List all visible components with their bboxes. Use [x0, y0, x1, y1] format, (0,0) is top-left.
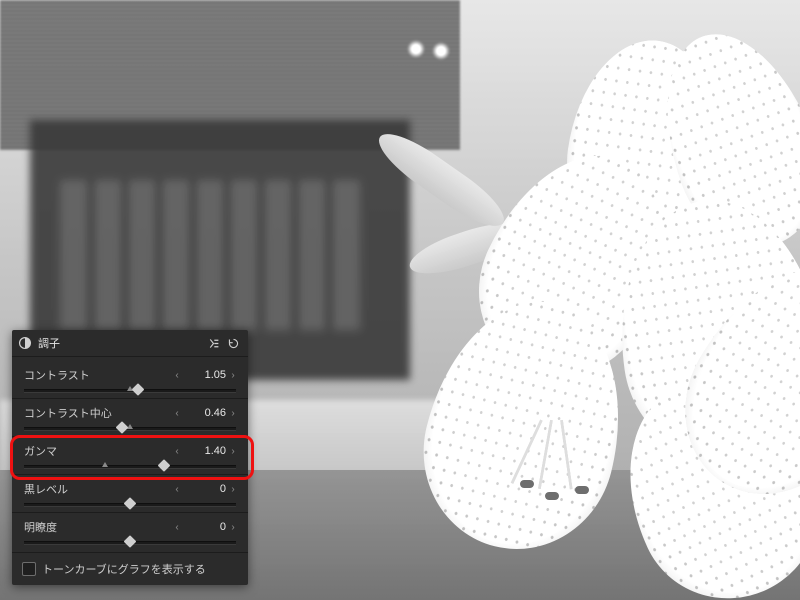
panel-header: 調子: [12, 330, 248, 357]
slider-row-contrast: コントラスト ‹1.05›: [12, 361, 248, 398]
tone-panel: 調子 コントラスト‹1.05›コントラスト中心‹0.46›ガンマ‹1.40›黒レ…: [12, 330, 248, 585]
increase-contrast[interactable]: ›: [228, 368, 238, 382]
slider-thumb-black-level[interactable]: [124, 497, 137, 510]
slider-label-black-level: 黒レベル: [24, 481, 68, 497]
value-stepper-contrast-center[interactable]: ‹0.46›: [172, 406, 238, 420]
value-stepper-gamma[interactable]: ‹1.40›: [172, 444, 238, 458]
slider-thumb-contrast-center[interactable]: [115, 421, 128, 434]
reset-icon: [227, 337, 240, 350]
panel-title: 調子: [38, 335, 202, 351]
slider-row-clarity: 明瞭度 ‹0›: [12, 513, 248, 550]
slider-thumb-clarity[interactable]: [124, 535, 137, 548]
value-stepper-black-level[interactable]: ‹0›: [172, 482, 238, 496]
slider-label-contrast: コントラスト: [24, 367, 90, 383]
slider-track-contrast[interactable]: [24, 388, 236, 392]
increase-gamma[interactable]: ›: [228, 444, 238, 458]
menu-icon: [207, 337, 220, 350]
increase-contrast-center[interactable]: ›: [228, 406, 238, 420]
panel-reset-button[interactable]: [224, 334, 242, 352]
decrease-clarity[interactable]: ‹: [172, 520, 182, 534]
slider-track-contrast-center[interactable]: [24, 426, 236, 430]
increase-black-level[interactable]: ›: [228, 482, 238, 496]
slider-track-gamma[interactable]: [24, 464, 236, 468]
slider-row-gamma: ガンマ ‹1.40›: [12, 437, 248, 474]
slider-thumb-contrast[interactable]: [132, 383, 145, 396]
slider-thumb-gamma[interactable]: [158, 459, 171, 472]
value-black-level[interactable]: 0: [182, 483, 228, 495]
value-contrast-center[interactable]: 0.46: [182, 407, 228, 419]
decrease-contrast-center[interactable]: ‹: [172, 406, 182, 420]
tone-curve-checkbox-label: トーンカーブにグラフを表示する: [42, 561, 206, 577]
value-stepper-contrast[interactable]: ‹1.05›: [172, 368, 238, 382]
slider-label-contrast-center: コントラスト中心: [24, 405, 112, 421]
value-clarity[interactable]: 0: [182, 521, 228, 533]
slider-row-contrast-center: コントラスト中心 ‹0.46›: [12, 399, 248, 436]
tone-curve-checkbox[interactable]: [22, 562, 36, 576]
decrease-black-level[interactable]: ‹: [172, 482, 182, 496]
slider-label-clarity: 明瞭度: [24, 519, 57, 535]
value-contrast[interactable]: 1.05: [182, 369, 228, 381]
value-gamma[interactable]: 1.40: [182, 445, 228, 457]
panel-menu-button[interactable]: [204, 334, 222, 352]
contrast-circle-icon: [18, 336, 32, 350]
slider-label-gamma: ガンマ: [24, 443, 57, 459]
decrease-gamma[interactable]: ‹: [172, 444, 182, 458]
slider-track-clarity[interactable]: [24, 540, 236, 544]
increase-clarity[interactable]: ›: [228, 520, 238, 534]
slider-track-black-level[interactable]: [24, 502, 236, 506]
tone-curve-checkbox-row: トーンカーブにグラフを表示する: [12, 552, 248, 585]
slider-row-black-level: 黒レベル ‹0›: [12, 475, 248, 512]
value-stepper-clarity[interactable]: ‹0›: [172, 520, 238, 534]
slider-default-marker: [102, 462, 108, 467]
decrease-contrast[interactable]: ‹: [172, 368, 182, 382]
